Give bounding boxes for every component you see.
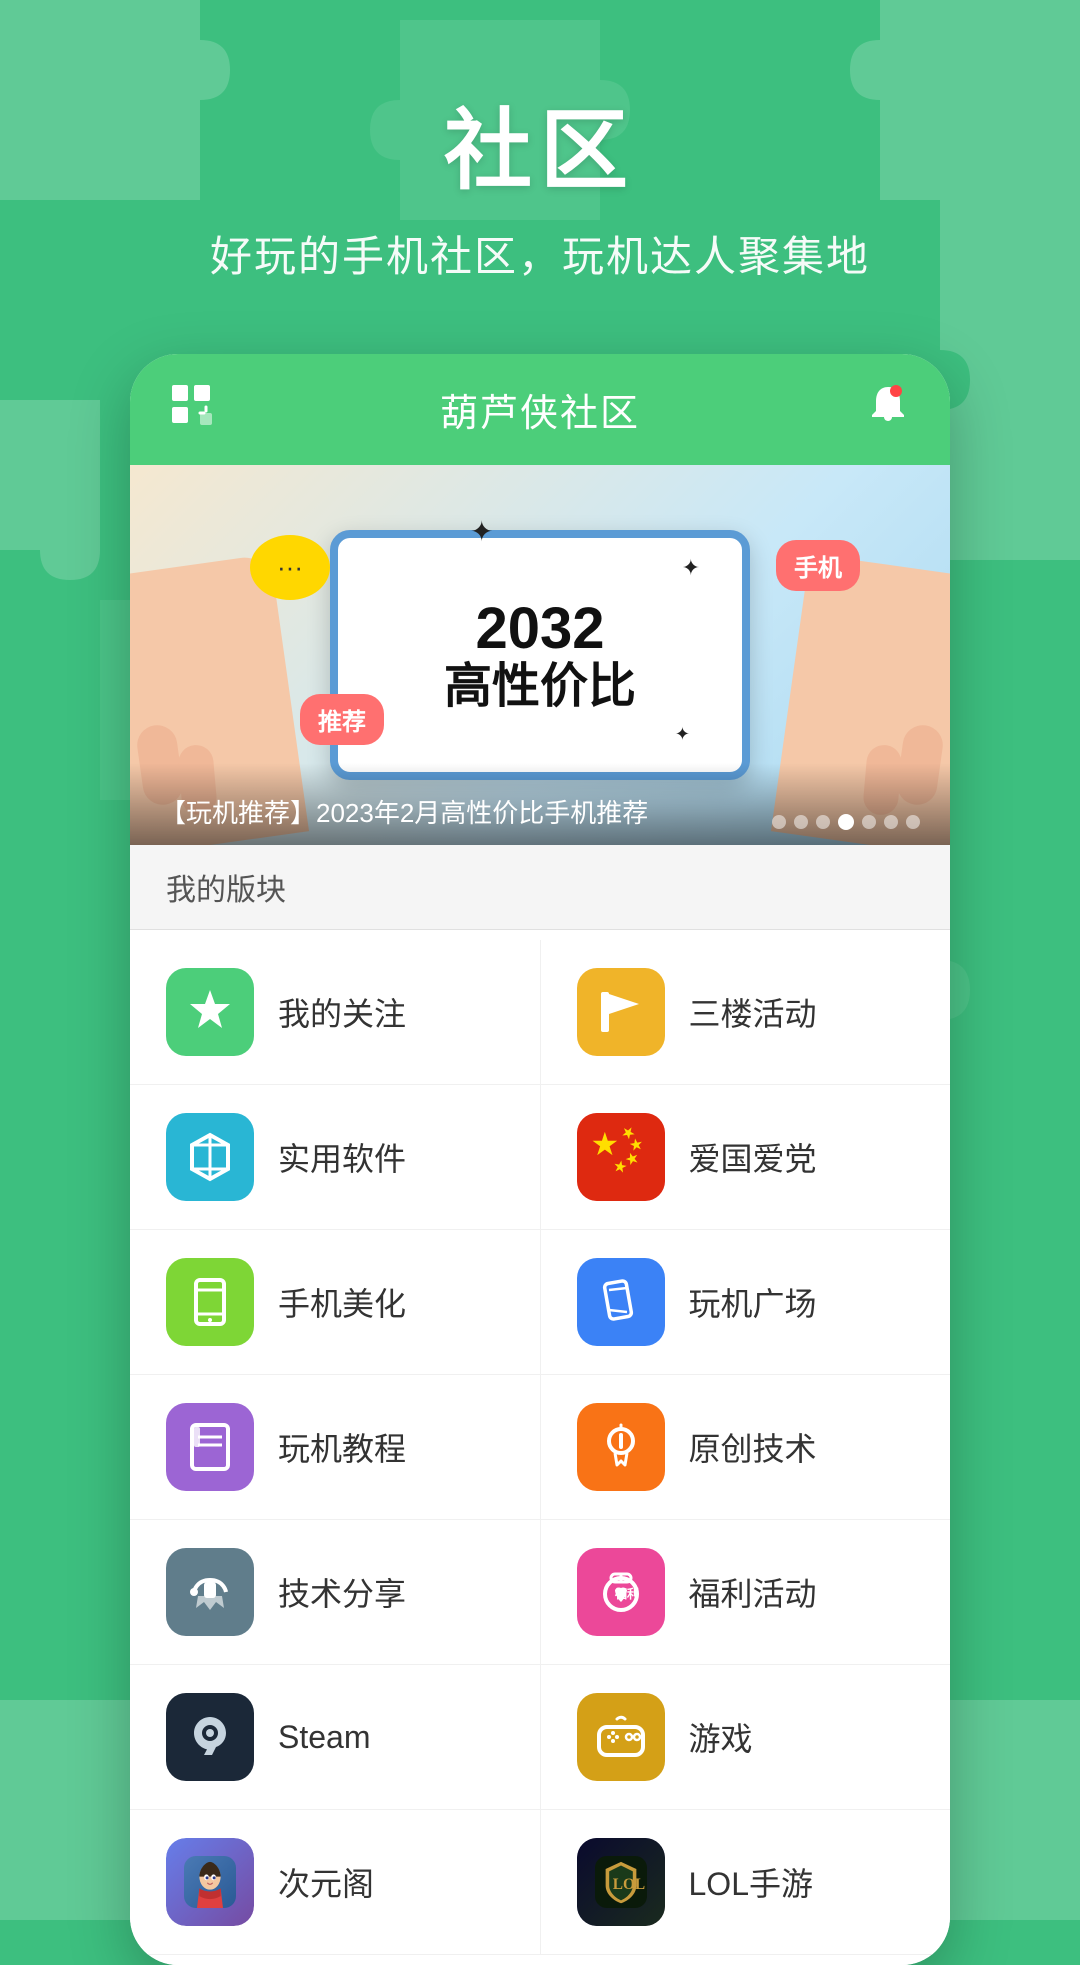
banner-dots: [772, 814, 920, 830]
lol-icon: LOL: [577, 1838, 665, 1926]
app-title: 葫芦侠社区: [440, 382, 640, 437]
original-tech-label: 原创技术: [689, 1424, 817, 1470]
page-title: 社区: [0, 80, 1080, 207]
banner-text: 高性价比: [444, 661, 636, 714]
welfare-icon: 福利: [577, 1548, 665, 1636]
svg-text:LOL: LOL: [612, 1876, 644, 1893]
menu-row-1: 我的关注 三楼活动: [130, 940, 950, 1085]
dot-4[interactable]: [838, 814, 854, 830]
menu-item-patriot[interactable]: ★ ★ ★ ★ ★ 爱国爱党: [541, 1085, 951, 1229]
steam-label: Steam: [278, 1719, 370, 1756]
dot-2[interactable]: [794, 815, 808, 829]
3f-activity-icon: [577, 968, 665, 1056]
menu-row-2: 实用软件 ★ ★ ★ ★ ★ 爱国爱党: [130, 1085, 950, 1230]
page-subtitle: 好玩的手机社区，玩机达人聚集地: [0, 223, 1080, 284]
useful-software-icon: [166, 1113, 254, 1201]
badge-phone: 手机: [776, 540, 860, 591]
dot-3[interactable]: [816, 815, 830, 829]
menu-grid: 我的关注 三楼活动: [130, 930, 950, 1965]
menu-item-3f-activity[interactable]: 三楼活动: [541, 940, 951, 1084]
menu-item-steam[interactable]: Steam: [130, 1665, 541, 1809]
phone-beauty-label: 手机美化: [278, 1279, 406, 1325]
tech-share-icon: [166, 1548, 254, 1636]
menu-row-3: 手机美化 玩机广场: [130, 1230, 950, 1375]
menu-item-tutorial[interactable]: 玩机教程: [130, 1375, 541, 1519]
banner-area[interactable]: 2032 高性价比 ✦ ✦ ✦ ··· 推荐 手机 【玩机推荐】2023年2月高…: [130, 465, 950, 845]
my-blocks-header: 我的版块: [130, 845, 950, 930]
dot-5[interactable]: [862, 815, 876, 829]
menu-item-games[interactable]: 游戏: [541, 1665, 951, 1809]
banner-caption: 【玩机推荐】2023年2月高性价比手机推荐: [130, 763, 950, 845]
original-tech-icon: [577, 1403, 665, 1491]
menu-item-tech-share[interactable]: 技术分享: [130, 1520, 541, 1664]
menu-row-7: 次元阁 LOL LOL手游: [130, 1810, 950, 1955]
tutorial-icon: [166, 1403, 254, 1491]
header-area: 社区 好玩的手机社区，玩机达人聚集地: [0, 0, 1080, 314]
badge-recommend: 推荐: [300, 694, 384, 745]
menu-item-original-tech[interactable]: 原创技术: [541, 1375, 951, 1519]
my-follow-label: 我的关注: [278, 989, 406, 1035]
anime-icon: [166, 1838, 254, 1926]
welfare-label: 福利活动: [689, 1569, 817, 1615]
menu-row-6: Steam 游戏: [130, 1665, 950, 1810]
play-square-icon: [577, 1258, 665, 1346]
menu-row-5: 技术分享 福利 福利活动: [130, 1520, 950, 1665]
dot-7[interactable]: [906, 815, 920, 829]
chat-bubble: ···: [250, 535, 330, 600]
menu-item-phone-beauty[interactable]: 手机美化: [130, 1230, 541, 1374]
menu-item-anime[interactable]: 次元阁: [130, 1810, 541, 1954]
dot-1[interactable]: [772, 815, 786, 829]
menu-item-useful-software[interactable]: 实用软件: [130, 1085, 541, 1229]
play-square-label: 玩机广场: [689, 1279, 817, 1325]
menu-item-my-follow[interactable]: 我的关注: [130, 940, 541, 1084]
games-icon: [577, 1693, 665, 1781]
banner-caption-text: 【玩机推荐】2023年2月高性价比手机推荐: [160, 793, 648, 830]
tutorial-label: 玩机教程: [278, 1424, 406, 1470]
anime-label: 次元阁: [278, 1859, 374, 1905]
patriot-label: 爱国爱党: [689, 1134, 817, 1180]
games-label: 游戏: [689, 1714, 753, 1760]
banner-year: 2032: [475, 597, 604, 661]
phone-mockup: 葫芦侠社区: [130, 354, 950, 1965]
menu-item-play-square[interactable]: 玩机广场: [541, 1230, 951, 1374]
phone-beauty-icon: [166, 1258, 254, 1346]
app-header-bar: 葫芦侠社区: [130, 354, 950, 465]
menu-item-welfare[interactable]: 福利 福利活动: [541, 1520, 951, 1664]
tech-share-label: 技术分享: [278, 1569, 406, 1615]
bell-icon[interactable]: [866, 383, 910, 437]
svg-text:福利: 福利: [614, 1586, 639, 1601]
my-follow-icon: [166, 968, 254, 1056]
my-blocks-label: 我的版块: [166, 874, 286, 907]
steam-icon: [166, 1693, 254, 1781]
grid-icon[interactable]: [170, 383, 214, 437]
useful-software-label: 实用软件: [278, 1134, 406, 1180]
3f-activity-label: 三楼活动: [689, 989, 817, 1035]
menu-item-lol[interactable]: LOL LOL手游: [541, 1810, 951, 1954]
dot-6[interactable]: [884, 815, 898, 829]
patriot-icon: ★ ★ ★ ★ ★: [577, 1113, 665, 1201]
menu-row-4: 玩机教程 原创技术: [130, 1375, 950, 1520]
lol-label: LOL手游: [689, 1859, 814, 1905]
